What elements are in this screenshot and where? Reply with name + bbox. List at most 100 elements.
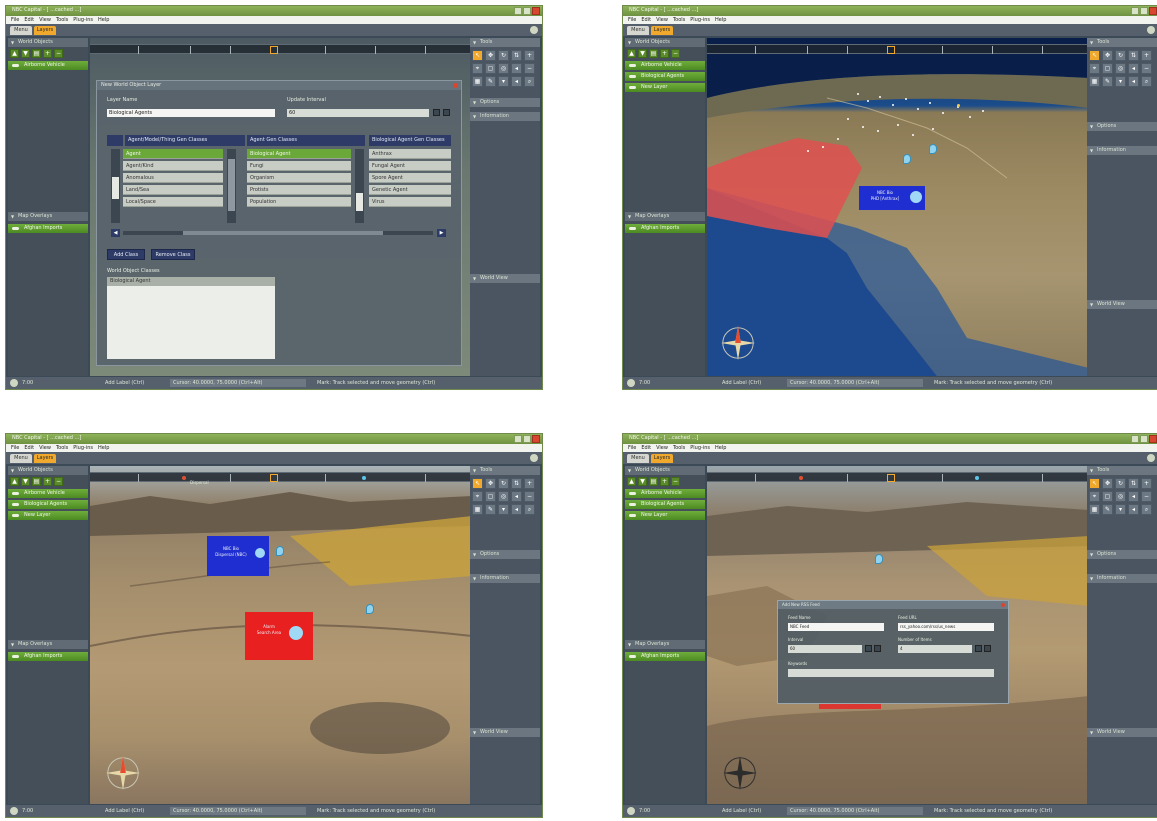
add-class-button[interactable]: Add Class (107, 249, 145, 260)
globe-icon[interactable] (10, 379, 18, 387)
col1-item[interactable]: Anomalous (123, 173, 223, 183)
menu-file[interactable]: File (628, 16, 636, 24)
col1-scrollbar[interactable] (111, 149, 120, 223)
marker-pin-icon[interactable] (366, 604, 374, 614)
measure-icon[interactable]: ⌖ (472, 63, 483, 74)
remove-icon[interactable]: − (54, 477, 63, 486)
items-down-icon[interactable] (975, 645, 982, 652)
menu-file[interactable]: File (11, 444, 19, 452)
select-icon[interactable]: ▢ (485, 491, 496, 502)
status-add-label[interactable]: Add Label (Ctrl) (719, 379, 779, 387)
timeline-cursor[interactable] (270, 46, 278, 54)
move-down-icon[interactable]: ▼ (638, 477, 647, 486)
col2-item[interactable]: Protists (247, 185, 351, 195)
col2-item[interactable]: Organism (247, 173, 351, 183)
maximize-button[interactable] (1140, 435, 1148, 443)
rotate-icon[interactable]: ↻ (498, 478, 509, 489)
overlay-item-afghan[interactable]: Afghan Imports (8, 652, 88, 661)
maximize-button[interactable] (523, 7, 531, 15)
menu-edit[interactable]: Edit (24, 16, 34, 24)
scroll-right-icon[interactable]: ▶ (437, 229, 446, 237)
scroll-left-icon[interactable]: ◀ (111, 229, 120, 237)
overlay-item-afghan[interactable]: Afghan Imports (625, 224, 705, 233)
pan-icon[interactable]: ✥ (1102, 478, 1113, 489)
grid-icon[interactable]: ▦ (472, 504, 483, 515)
tab-menu[interactable]: Menu (10, 454, 32, 463)
layer-item-new[interactable]: New Layer (8, 511, 88, 520)
overlay-item-afghan[interactable]: Afghan Imports (625, 652, 705, 661)
timeline-bar[interactable] (707, 472, 1089, 482)
layer-item-airborne[interactable]: Airborne Vehicle (625, 61, 705, 70)
pan-icon[interactable]: ✥ (1102, 50, 1113, 61)
menu-help[interactable]: Help (715, 444, 726, 452)
draw-icon[interactable]: ✎ (485, 504, 496, 515)
map-overlays-header[interactable]: Map Overlays (8, 640, 88, 649)
pointer-icon[interactable]: ↖ (472, 478, 483, 489)
menu-plugins[interactable]: Plug-ins (690, 444, 710, 452)
menu-view[interactable]: View (39, 444, 51, 452)
document-icon[interactable]: ▤ (32, 49, 41, 58)
layer-item-biological[interactable]: Biological Agents (625, 72, 705, 81)
map-viewport[interactable]: NBC Bio PHD [Anthrax] (707, 38, 1089, 376)
menu-edit[interactable]: Edit (641, 444, 651, 452)
left-icon[interactable]: ◂ (511, 504, 522, 515)
down-icon[interactable]: ▾ (1115, 76, 1126, 87)
target-icon[interactable]: ◎ (1115, 63, 1126, 74)
items-select[interactable]: 4 (898, 645, 972, 653)
col2-item[interactable]: Biological Agent (247, 149, 351, 159)
rotate-icon[interactable]: ↻ (1115, 50, 1126, 61)
rotate-icon[interactable]: ↻ (1115, 478, 1126, 489)
timeline-bar[interactable] (707, 44, 1089, 54)
information-header[interactable]: Information (470, 112, 540, 121)
information-header[interactable]: Information (1087, 146, 1157, 155)
interval-select[interactable]: 60 (788, 645, 862, 653)
grid-icon[interactable]: ▦ (472, 76, 483, 87)
minimize-button[interactable] (1131, 7, 1139, 15)
menu-tools[interactable]: Tools (56, 444, 68, 452)
map-overlays-header[interactable]: Map Overlays (8, 212, 88, 221)
items-up-icon[interactable] (984, 645, 991, 652)
menu-tools[interactable]: Tools (673, 16, 685, 24)
tab-layers[interactable]: Layers (34, 454, 56, 463)
world-view-header[interactable]: World View (470, 728, 540, 737)
menu-edit[interactable]: Edit (641, 16, 651, 24)
nudge-icon[interactable]: ◂ (1128, 63, 1139, 74)
gear-icon[interactable] (530, 26, 538, 34)
menu-file[interactable]: File (11, 16, 19, 24)
information-header[interactable]: Information (470, 574, 540, 583)
tools-header[interactable]: Tools (470, 38, 540, 47)
col1-item[interactable]: Land/Sea (123, 185, 223, 195)
add-icon[interactable]: + (660, 49, 669, 58)
nudge-icon[interactable]: ◂ (511, 63, 522, 74)
minimize-button[interactable] (514, 435, 522, 443)
map-viewport[interactable]: New World Object Layer Layer Name Biolog… (90, 38, 472, 376)
options-header[interactable]: Options (470, 98, 540, 107)
world-objects-header[interactable]: World Objects (625, 38, 705, 47)
world-view-header[interactable]: World View (1087, 300, 1157, 309)
zoom-out-icon[interactable]: − (524, 63, 535, 74)
tilt-icon[interactable]: ⇅ (511, 478, 522, 489)
col3-item[interactable]: Genetic Agent (369, 185, 451, 195)
layer-item-biological[interactable]: Biological Agents (625, 500, 705, 509)
menu-plugins[interactable]: Plug-ins (73, 444, 93, 452)
search-icon[interactable]: ⌕ (1141, 76, 1152, 87)
document-icon[interactable]: ▤ (649, 477, 658, 486)
col3-item[interactable]: Virus (369, 197, 451, 207)
timeline-event-marker[interactable] (975, 476, 979, 480)
update-interval-select[interactable]: 60 (287, 109, 429, 117)
measure-icon[interactable]: ⌖ (1089, 63, 1100, 74)
interval-down-icon[interactable] (433, 109, 440, 116)
pointer-icon[interactable]: ↖ (1089, 50, 1100, 61)
timeline-cursor[interactable] (887, 46, 895, 54)
remove-icon[interactable]: − (671, 477, 680, 486)
col3-item[interactable]: Fungal Agent (369, 161, 451, 171)
menu-plugins[interactable]: Plug-ins (690, 16, 710, 24)
status-add-label[interactable]: Add Label (Ctrl) (102, 379, 162, 387)
down-icon[interactable]: ▾ (498, 76, 509, 87)
add-icon[interactable]: + (43, 477, 52, 486)
col1-item[interactable]: Agent/Kind (123, 161, 223, 171)
options-header[interactable]: Options (470, 550, 540, 559)
add-icon[interactable]: + (660, 477, 669, 486)
measure-icon[interactable]: ⌖ (472, 491, 483, 502)
feed-name-input[interactable]: NBC Feed (788, 623, 884, 631)
